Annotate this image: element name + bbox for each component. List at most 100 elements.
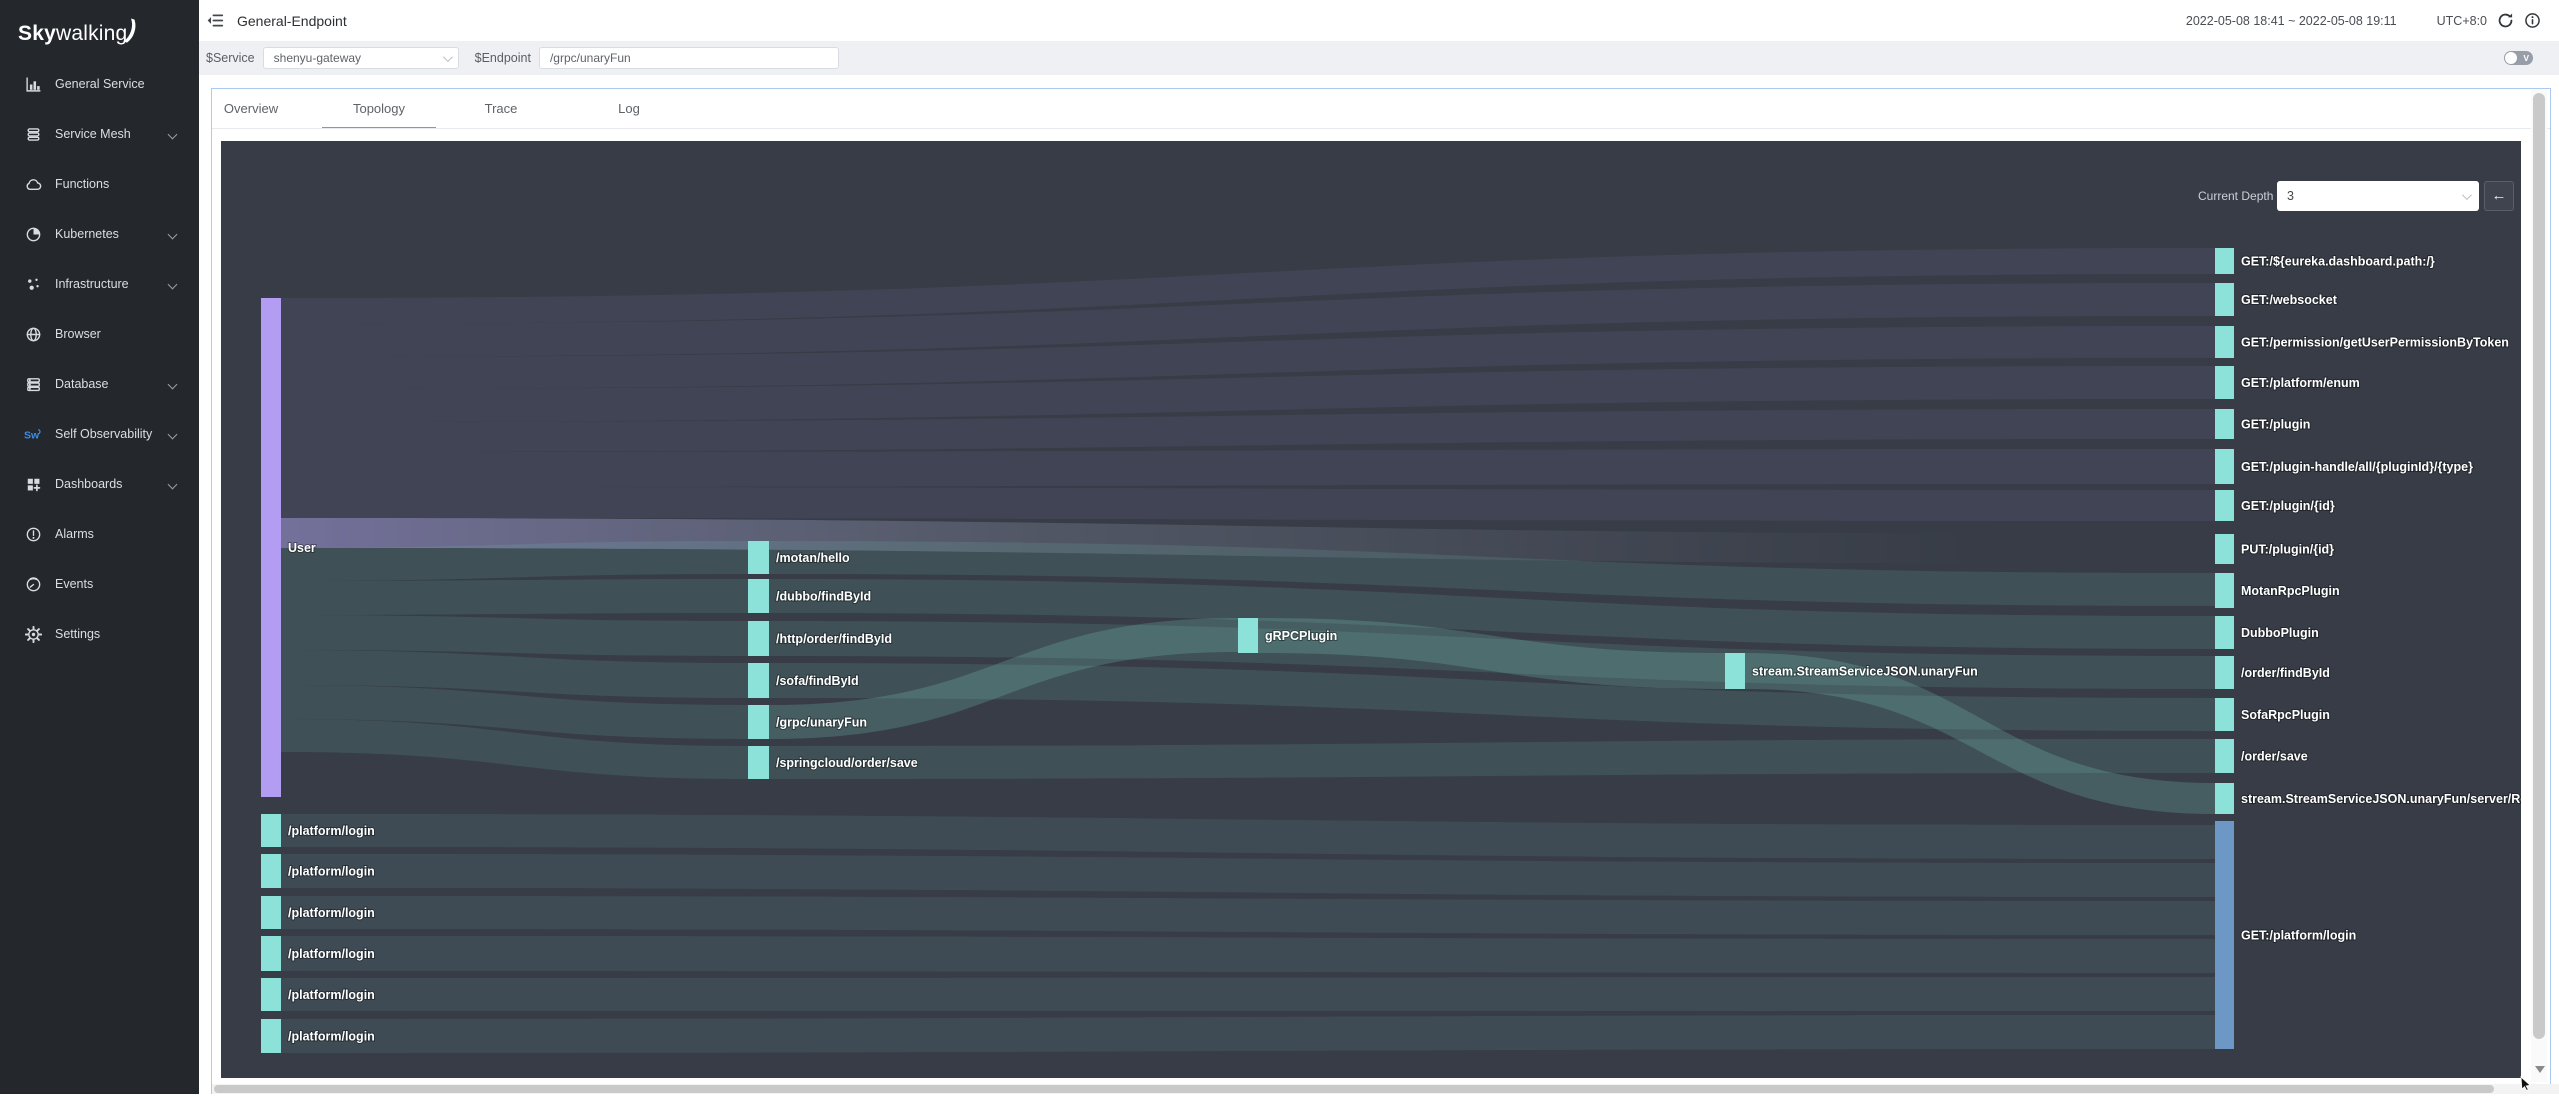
sidebar-item-database[interactable]: Database <box>0 359 199 409</box>
vertical-scrollbar[interactable] <box>2531 89 2547 1082</box>
sankey-node[interactable] <box>261 854 281 888</box>
sankey-node-label: /platform/login <box>288 947 375 961</box>
sankey-node[interactable] <box>748 663 769 698</box>
events-icon <box>24 575 42 593</box>
infrastructure-icon <box>24 275 42 293</box>
sankey-node[interactable] <box>2215 783 2234 814</box>
sankey-link <box>281 896 2215 935</box>
settings-icon <box>24 625 42 643</box>
sidebar-item-alarms[interactable]: Alarms <box>0 509 199 559</box>
sankey-node[interactable] <box>2215 490 2234 521</box>
logo-text-sky: Sky <box>18 22 56 45</box>
chart-icon <box>24 75 42 93</box>
sankey-node[interactable] <box>748 541 769 574</box>
current-depth-select[interactable]: 3 <box>2277 181 2479 211</box>
sankey-node-label: /platform/login <box>288 988 375 1002</box>
sankey-node[interactable] <box>2215 248 2234 274</box>
sidebar-item-events[interactable]: Events <box>0 559 199 609</box>
sidebar-item-browser[interactable]: Browser <box>0 309 199 359</box>
sidebar-item-dashboards[interactable]: Dashboards <box>0 459 199 509</box>
sankey-node[interactable] <box>1725 653 1745 689</box>
sankey-node[interactable] <box>2215 573 2234 608</box>
toggle-knob <box>2505 52 2517 64</box>
sankey-link <box>281 1015 2215 1053</box>
horizontal-scrollbar[interactable] <box>212 1084 2559 1094</box>
content-panel: Overview Topology Trace Log User/platform/l… <box>211 88 2551 1094</box>
skywalking-logo: Skywalking) <box>18 16 136 47</box>
sankey-node[interactable] <box>748 705 769 739</box>
sankey-node[interactable] <box>261 298 281 797</box>
sidebar: Skywalking) General Service Service MeshF… <box>0 0 199 1094</box>
version-toggle[interactable]: V <box>2504 51 2533 65</box>
sankey-node-label: GET:/websocket <box>2241 293 2338 307</box>
sankey-node-label: /motan/hello <box>776 551 850 565</box>
chevron-down-icon <box>443 52 453 62</box>
sankey-node[interactable] <box>2215 821 2234 1049</box>
sankey-node[interactable] <box>2215 326 2234 358</box>
sankey-node[interactable] <box>2215 616 2234 649</box>
sankey-node-label: GET:/plugin/{id} <box>2241 499 2335 513</box>
sankey-node[interactable] <box>2215 366 2234 399</box>
scroll-down-arrow-icon[interactable] <box>2535 1066 2545 1073</box>
time-range-picker[interactable]: 2022-05-08 18:41 ~ 2022-05-08 19:11 <box>2186 14 2397 28</box>
sidebar-item-service-mesh[interactable]: Service Mesh <box>0 109 199 159</box>
service-filter-label: $Service <box>206 51 255 65</box>
topology-chart: User/platform/login/platform/login/platf… <box>221 141 2521 1078</box>
sankey-node[interactable] <box>2215 698 2234 731</box>
sankey-node[interactable] <box>1238 618 1258 653</box>
skywalking-icon: Sw <box>24 425 42 443</box>
current-depth-value: 3 <box>2287 189 2462 203</box>
sidebar-item-settings[interactable]: Settings <box>0 609 199 659</box>
sankey-node-label: GET:/platform/enum <box>2241 376 2360 390</box>
sankey-node[interactable] <box>2215 283 2234 316</box>
sankey-node[interactable] <box>2215 449 2234 484</box>
sankey-node[interactable] <box>261 896 281 929</box>
endpoint-filter-label: $Endpoint <box>475 51 531 65</box>
page-title: General-Endpoint <box>237 13 347 29</box>
sidebar-item-infrastructure[interactable]: Infrastructure <box>0 259 199 309</box>
sankey-node[interactable] <box>2215 656 2234 689</box>
sankey-link <box>281 814 2215 859</box>
sidebar-item-kubernetes[interactable]: Kubernetes <box>0 209 199 259</box>
sankey-node-label: GET:/plugin-handle/all/{pluginId}/{type} <box>2241 460 2473 474</box>
tab-topology[interactable]: Topology <box>353 101 405 116</box>
sankey-node[interactable] <box>748 746 769 779</box>
sankey-node-label: /platform/login <box>288 865 375 879</box>
sankey-node[interactable] <box>748 621 769 656</box>
sidebar-item-label: General Service <box>55 77 145 91</box>
tab-overview[interactable]: Overview <box>224 101 278 116</box>
sankey-node[interactable] <box>2215 534 2234 564</box>
sankey-node[interactable] <box>261 1019 281 1053</box>
sankey-node[interactable] <box>261 814 281 847</box>
sankey-node[interactable] <box>748 579 769 613</box>
collapse-menu-icon[interactable] <box>207 12 224 29</box>
refresh-icon[interactable] <box>2497 12 2514 29</box>
sidebar-item-general-service[interactable]: General Service <box>0 59 199 109</box>
sankey-node[interactable] <box>2215 409 2234 439</box>
tab-bar: Overview Topology Trace Log <box>212 89 2550 129</box>
sidebar-item-functions[interactable]: Functions <box>0 159 199 209</box>
sankey-link <box>281 579 748 615</box>
service-select-value: shenyu-gateway <box>274 51 443 65</box>
sankey-node-label: PUT:/plugin/{id} <box>2241 543 2334 557</box>
sidebar-item-self-observability[interactable]: Sw Self Observability <box>0 409 199 459</box>
info-icon[interactable] <box>2524 12 2541 29</box>
sankey-node-label: /platform/login <box>288 1030 375 1044</box>
sankey-link <box>281 449 2215 487</box>
horizontal-scrollbar-thumb[interactable] <box>214 1085 2494 1093</box>
service-select[interactable]: shenyu-gateway <box>263 47 459 69</box>
tab-log[interactable]: Log <box>618 101 640 116</box>
sankey-node[interactable] <box>2215 739 2234 773</box>
tab-trace[interactable]: Trace <box>485 101 518 116</box>
sankey-node[interactable] <box>261 978 281 1011</box>
sidebar-item-label: Self Observability <box>55 427 152 441</box>
sidebar-item-label: Database <box>55 377 109 391</box>
sidebar-item-label: Kubernetes <box>55 227 119 241</box>
vertical-scrollbar-thumb[interactable] <box>2533 93 2545 1039</box>
sidebar-item-label: Settings <box>55 627 100 641</box>
sankey-node[interactable] <box>261 936 281 971</box>
sankey-node-label: GET:/${eureka.dashboard.path:/} <box>2241 255 2435 269</box>
sidebar-item-label: Dashboards <box>55 477 122 491</box>
back-button[interactable]: ← <box>2484 181 2514 211</box>
endpoint-input[interactable] <box>539 47 839 69</box>
